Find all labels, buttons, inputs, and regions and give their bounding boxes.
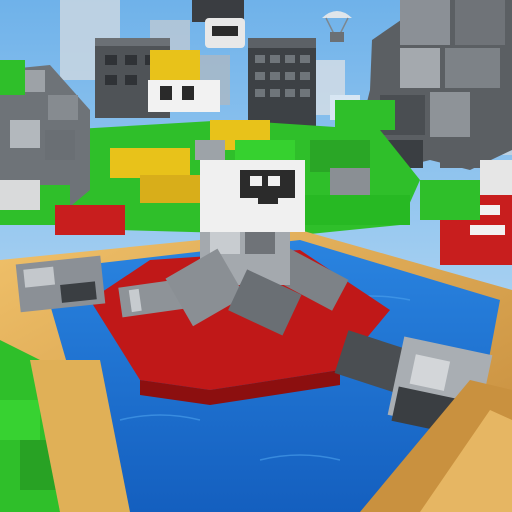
- floating-block-left: [15, 255, 106, 313]
- game-viewport[interactable]: [0, 0, 512, 512]
- grey-tower-center: [248, 38, 316, 130]
